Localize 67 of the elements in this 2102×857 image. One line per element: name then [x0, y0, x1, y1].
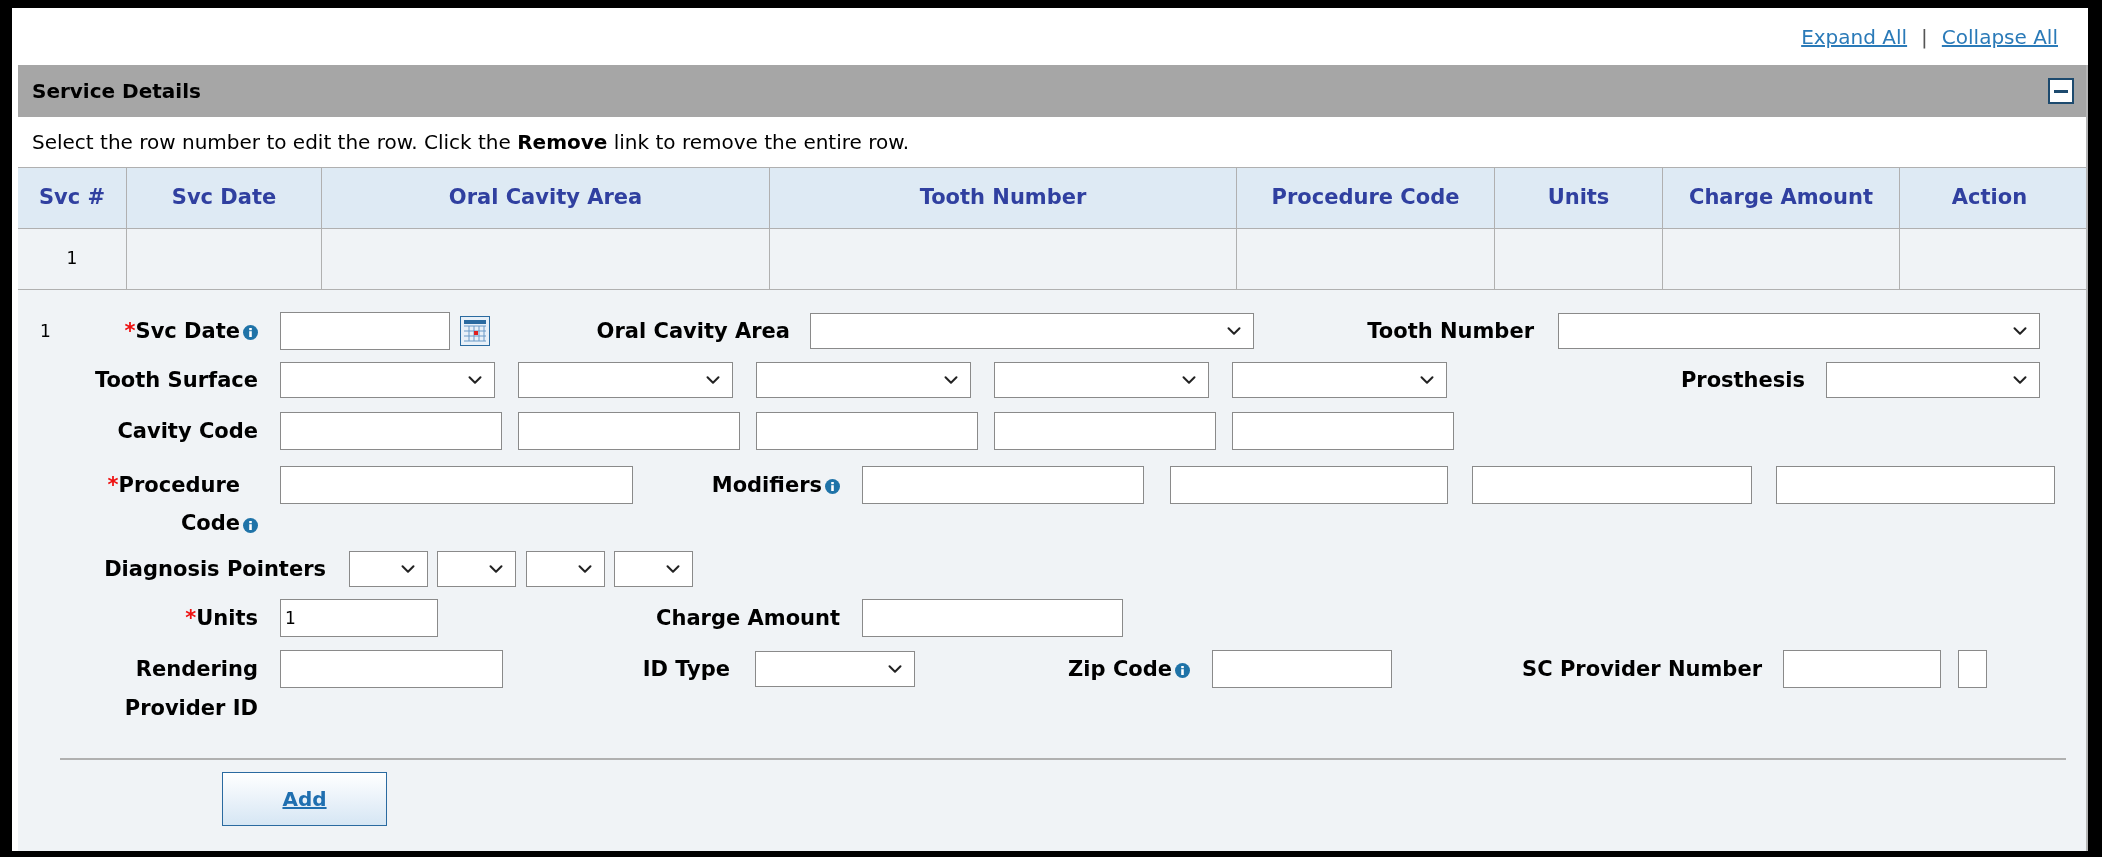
text-field[interactable] [280, 312, 450, 350]
dropdown[interactable] [810, 313, 1254, 349]
field-label: Zip Code [1068, 657, 1172, 681]
field-label: *Svc Date [124, 319, 240, 343]
collapse-icon[interactable] [2048, 78, 2074, 104]
row-number: 1 [40, 321, 51, 341]
text-field[interactable]: 1 [280, 599, 438, 637]
dropdown[interactable] [437, 551, 516, 587]
link[interactable]: Expand All [1801, 21, 1908, 52]
dropdown[interactable] [526, 551, 605, 587]
dropdown[interactable] [1558, 313, 2040, 349]
field-label: Prosthesis [1680, 368, 1805, 392]
field-label: Tooth Number [1367, 319, 1534, 343]
field-label: Rendering Provider ID [124, 657, 258, 720]
row-number-link[interactable]: 1 [66, 246, 78, 272]
column-header: Action [1950, 184, 2029, 212]
column-header: Svc # [18, 168, 127, 228]
field-label: *Procedure Code [106, 472, 240, 537]
column-header: Svc Date [127, 168, 322, 228]
text-field[interactable] [518, 412, 740, 450]
column-header: Procedure Code [1237, 168, 1495, 228]
text-field[interactable] [280, 412, 502, 450]
field-label: Diagnosis Pointers [104, 557, 326, 581]
info-icon[interactable] [1175, 663, 1190, 678]
instructions-text: Select the row number to edit the row. Click the Remove link to remove the entire row. [32, 129, 910, 156]
text-field[interactable] [862, 466, 1144, 504]
field-label: Tooth Surface [94, 368, 258, 392]
dropdown[interactable] [994, 362, 1209, 398]
field-label: Cavity Code [117, 419, 258, 443]
add-button[interactable]: Add [222, 772, 387, 826]
text-field[interactable] [756, 412, 978, 450]
dropdown[interactable] [756, 362, 971, 398]
section-title: Service Details [32, 78, 201, 105]
text-field[interactable] [1472, 466, 1752, 504]
text-field[interactable] [1776, 466, 2055, 504]
text-field[interactable] [1212, 650, 1392, 688]
text-field[interactable] [1170, 466, 1448, 504]
field-label: Oral Cavity Area [596, 319, 790, 343]
dropdown[interactable] [349, 551, 428, 587]
column-header: Charge Amount [1663, 168, 1900, 228]
text-field[interactable] [1232, 412, 1454, 450]
text-field[interactable] [280, 466, 633, 504]
dropdown[interactable] [755, 651, 915, 687]
column-header: Oral Cavity Area [322, 168, 770, 228]
dropdown[interactable] [280, 362, 495, 398]
field-label: *Units [185, 606, 258, 630]
text-field[interactable] [1783, 650, 1941, 688]
info-icon[interactable] [243, 518, 258, 533]
field-label: ID Type [642, 657, 730, 681]
link-separator: | [1921, 23, 1928, 51]
dropdown[interactable] [614, 551, 693, 587]
text-field[interactable] [862, 599, 1123, 637]
dropdown[interactable] [1232, 362, 1447, 398]
field-label: Modifiers [711, 473, 822, 497]
dropdown[interactable] [518, 362, 733, 398]
field-label: SC Provider Number [1522, 657, 1762, 681]
text-field[interactable] [1958, 650, 1987, 688]
calendar-icon[interactable] [460, 316, 490, 346]
info-icon[interactable] [243, 325, 258, 340]
field-label: Charge Amount [656, 606, 840, 630]
column-header: Units [1495, 168, 1663, 228]
info-icon[interactable] [825, 479, 840, 494]
column-header: Tooth Number [770, 168, 1237, 228]
text-field[interactable] [994, 412, 1216, 450]
text-field[interactable] [280, 650, 503, 688]
link[interactable]: Collapse All [1941, 21, 2058, 52]
dropdown[interactable] [1826, 362, 2040, 398]
